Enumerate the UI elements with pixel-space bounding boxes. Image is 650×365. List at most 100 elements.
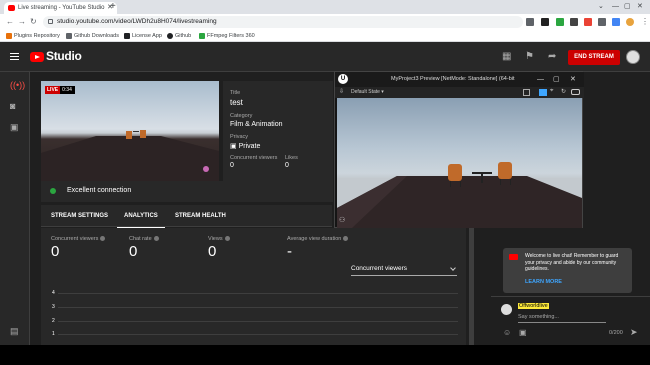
view-mode-dropdown[interactable]: Default State ▾ [351,89,384,95]
stream-info: Title test Category Film & Animation Pri… [223,81,333,181]
metric-label: Chat rate [129,236,159,242]
emoji-icon[interactable]: ☺ [503,328,511,337]
scrollbar[interactable] [469,228,474,345]
tab-strip: Live streaming - YouTube Studio ✕ + ⌄ — … [0,0,650,14]
minimize-icon[interactable]: — [537,72,544,87]
bookmark-icon [66,33,72,39]
maximize-icon[interactable]: ▢ [624,0,631,14]
preview-scene [41,130,219,181]
bookmark-item[interactable]: Github [167,30,191,42]
feedback-icon[interactable]: ▤ [10,326,19,336]
likes-label: Likes [285,155,298,161]
unreal-preview-window[interactable]: U MyProject3 Preview [NetMode: Standalon… [334,71,584,228]
left-nav: ((•)) ◙ ▣ ▤ [0,72,30,345]
close-window-icon[interactable]: ✕ [637,0,643,14]
bookmark-item[interactable]: Github Downloads [66,30,119,42]
extensions-puzzle-icon[interactable] [598,18,606,26]
viewport-scene [337,162,582,228]
help-icon[interactable] [343,236,349,242]
char-counter: 0/200 [609,330,623,336]
gridline [58,321,458,322]
forward-icon[interactable]: → [18,14,26,30]
profile-icon[interactable] [626,18,634,26]
camera-speed-icon[interactable] [539,89,547,96]
unreal-logo-icon: U [338,74,348,84]
tab-stream-health[interactable]: STREAM HEALTH [175,205,226,227]
stream-preview[interactable]: LIVE 0:34 [41,81,219,181]
learn-more-link[interactable]: LEARN MORE [525,279,562,285]
connection-status: Excellent connection [41,181,333,202]
stream-category: Film & Animation [230,121,283,128]
live-broadcast-icon[interactable]: ((•)) [10,80,25,90]
y-tick-label: 4 [52,290,55,296]
calendar-icon[interactable]: ▣ [10,122,19,132]
help-icon[interactable] [100,236,106,242]
concurrent-viewers-value: 0 [230,162,234,169]
avatar[interactable] [626,50,640,64]
browser-toolbar: ← → ↻ studio.youtube.com/video/LWDh2u8H0… [0,14,650,30]
gridline [58,307,458,308]
snap-icon[interactable]: ⌖ [550,88,553,95]
bookmark-item[interactable]: License App [124,30,162,42]
metric-value: 0 [208,243,217,260]
tab-stream-settings[interactable]: STREAM SETTINGS [51,205,108,227]
new-tab-button[interactable]: + [110,1,116,13]
tab-analytics[interactable]: ANALYTICS [117,205,165,229]
privacy-label: Privacy [230,134,249,140]
status-dot-icon [50,188,56,194]
camera-icon[interactable]: ◙ [10,101,15,111]
stream-tabs: STREAM SETTINGS ANALYTICS STREAM HEALTH [41,205,332,229]
vr-icon[interactable] [571,89,580,95]
browser-tab[interactable]: Live streaming - YouTube Studio ✕ [4,2,117,14]
bookmark-item[interactable]: Plugins Repository [6,30,60,42]
chat-input[interactable]: Say something... [518,314,606,323]
clapper-icon[interactable]: ▦ [502,52,511,62]
rotate-icon[interactable]: ↻ [561,88,566,95]
gridline [58,334,458,335]
extension-icon[interactable] [541,18,549,26]
reload-icon[interactable]: ↻ [30,14,37,30]
ue-toolbar: ⇩ Default State ▾ ⌖ ↻ [335,87,584,98]
window-menu-icon[interactable]: ⌄ [598,0,604,14]
bookmark-icon [199,33,205,39]
metric-label: Views [208,236,230,242]
back-icon[interactable]: ← [6,14,14,30]
extension-icon[interactable] [556,18,564,26]
metric-dropdown[interactable]: Concurrent viewers [351,263,457,276]
send-icon[interactable]: ➤ [630,327,638,338]
viewport-menu-icon[interactable]: ⇩ [339,88,344,95]
title-label: Title [230,90,241,96]
gamepad-icon: ⚇ [339,217,346,224]
end-stream-button[interactable]: END STREAM [568,50,620,65]
maximize-icon[interactable]: ▢ [553,72,560,87]
minimize-icon[interactable]: — [612,0,619,14]
chevron-down-icon [450,265,456,271]
grid-icon[interactable] [523,89,530,96]
extension-icon[interactable] [612,18,620,26]
analytics-panel: Concurrent viewers 0 Chat rate 0 Views 0… [41,228,466,345]
bookmark-item[interactable]: FFmpeg Filters 360 [199,30,255,42]
address-bar[interactable]: studio.youtube.com/video/LWDh2u8H074/liv… [43,16,523,28]
close-window-icon[interactable]: ✕ [570,72,576,87]
privacy-value: ▣ Private [230,143,261,150]
menu-icon[interactable] [10,53,19,60]
extension-icon[interactable] [570,18,578,26]
avatar [501,304,512,315]
lock-icon: ▣ [230,143,239,150]
help-icon[interactable] [153,236,159,242]
welcome-text: Welcome to live chat! Remember to guard … [525,253,619,272]
share-arrow-icon[interactable]: ➦ [548,52,556,62]
super-chat-icon[interactable]: ▣ [519,328,527,337]
extension-icon[interactable] [584,18,592,26]
metric-value: - [287,243,292,260]
ue-viewport[interactable]: ⚇ [337,98,582,228]
y-tick-label: 1 [52,331,55,337]
studio-header: Studio ▦ ⚑ ➦ END STREAM [0,42,650,72]
browser-menu-icon[interactable]: ⋮ [641,14,649,30]
share-icon[interactable] [526,18,534,26]
studio-wordmark: Studio [46,49,82,63]
youtube-logo-icon[interactable] [30,52,44,62]
url-text: studio.youtube.com/video/LWDh2u8H074/liv… [57,18,217,25]
flag-icon[interactable]: ⚑ [525,52,534,62]
help-icon[interactable] [224,236,230,242]
